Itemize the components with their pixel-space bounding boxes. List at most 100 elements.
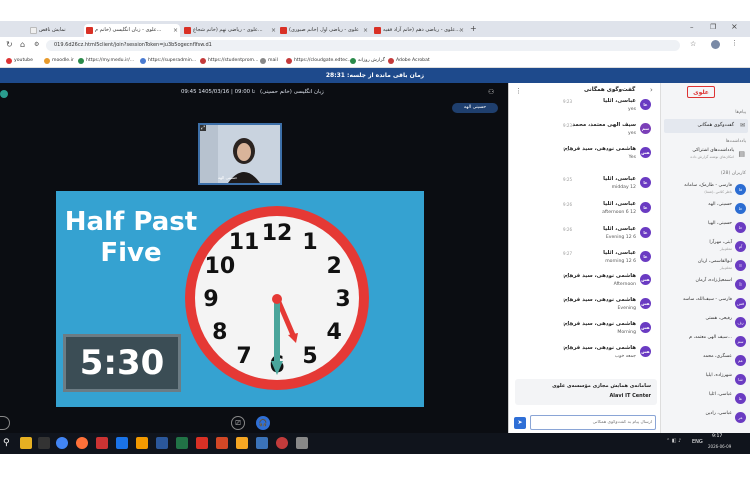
session-datetime: 09:45 تا 09:00 | 1405/03/16 bbox=[181, 89, 255, 95]
bookmark-item[interactable]: youtube bbox=[6, 57, 33, 65]
minimize-icon[interactable]: – bbox=[690, 23, 694, 31]
chrome-icon[interactable] bbox=[56, 437, 68, 449]
chat-options-icon[interactable]: ⋮ bbox=[515, 87, 522, 95]
powerpoint-icon[interactable] bbox=[216, 437, 228, 449]
user-settings-icon[interactable]: ⚇ bbox=[488, 88, 494, 96]
send-button[interactable]: ➤ bbox=[514, 417, 526, 429]
message-text: Evening bbox=[617, 306, 636, 311]
message-author: هاشمی نودهی، سید فرهام bbox=[563, 297, 636, 303]
user-list-item[interactable]: اا ابوالقاسمی، اریان معلم‌بیار bbox=[665, 258, 747, 273]
avatar: هس bbox=[640, 298, 651, 309]
public-chat-item[interactable]: گفت‌وگوی همگانی ✉ bbox=[664, 119, 748, 133]
tab-3[interactable]: علوی - ریاضی اول (خانم صبوری) × bbox=[278, 24, 370, 37]
task-view-icon[interactable] bbox=[38, 437, 50, 449]
chat-message: عا عباسی، ائلیا 9:26 afternoon 6 12 bbox=[519, 200, 651, 224]
bookmark-star-icon[interactable]: ☆ bbox=[690, 40, 696, 48]
chat-message: سم سیف الهی معتمد، محمد 9:23 yes bbox=[519, 121, 651, 145]
avatar: شا bbox=[735, 374, 746, 385]
home-icon[interactable]: ⌂ bbox=[20, 40, 25, 49]
bookmark-item[interactable]: https://my.medu.ir/... bbox=[78, 57, 134, 65]
bookmark-item[interactable]: گزارش روزانه bbox=[350, 57, 385, 65]
user-list-item[interactable]: سم سیف الهی معتمد، م... bbox=[665, 334, 747, 349]
tab-4[interactable]: علوی - ریاضی دهم (خانم آزاد فقیه... × bbox=[372, 24, 466, 37]
user-name: اسمعیل‌زاده، آرمان bbox=[695, 278, 732, 283]
chat-input[interactable] bbox=[530, 415, 656, 430]
user-list-item[interactable]: حا حسینی، الهه bbox=[665, 201, 747, 216]
profile-icon[interactable] bbox=[711, 40, 720, 49]
user-list-item[interactable]: اآ اسمعیل‌زاده، آرمان bbox=[665, 277, 747, 292]
maximize-icon[interactable]: ❐ bbox=[710, 23, 716, 31]
tab-1-active[interactable]: علوی - زبان انگلیسی (خانم م... × bbox=[84, 24, 180, 37]
clock-number: 5 bbox=[302, 344, 317, 369]
user-list-item[interactable]: رف رفیعی، هستی bbox=[665, 315, 747, 330]
app-icon[interactable] bbox=[236, 437, 248, 449]
bookmark-item[interactable]: https://cloudgate.edtec... bbox=[286, 57, 352, 65]
message-text: Morning bbox=[617, 330, 636, 335]
firefox-icon[interactable] bbox=[76, 437, 88, 449]
bookmark-item[interactable]: https://studentprom... bbox=[200, 57, 258, 65]
webcam-person bbox=[200, 125, 280, 183]
acrobat-icon[interactable] bbox=[196, 437, 208, 449]
clock-time[interactable]: 9:17 bbox=[712, 434, 722, 439]
word-icon[interactable] bbox=[156, 437, 168, 449]
app-icon[interactable] bbox=[96, 437, 108, 449]
avatar: هس bbox=[640, 322, 651, 333]
app-icon[interactable] bbox=[276, 437, 288, 449]
avatar: هس bbox=[640, 346, 651, 357]
url-field[interactable]: 019.6d26cz.html5client/join?sessionToken… bbox=[46, 40, 680, 51]
chevron-right-icon[interactable]: › bbox=[650, 86, 653, 94]
screen-share-button[interactable]: ⎚ bbox=[231, 416, 245, 430]
user-name: فارسی - سیف‌الله، ساسد bbox=[682, 297, 732, 302]
bookmark-item[interactable]: https://superadmin... bbox=[140, 57, 196, 65]
close-icon[interactable]: × bbox=[271, 24, 276, 37]
user-list-item[interactable]: شا شهرزاده، ایلیا bbox=[665, 372, 747, 387]
new-tab-icon[interactable]: + bbox=[470, 24, 477, 33]
language-indicator[interactable]: ENG bbox=[692, 439, 703, 445]
tab-favicon bbox=[86, 27, 93, 34]
message-time: 9:27 bbox=[563, 274, 572, 279]
message-text: midday 12 bbox=[611, 185, 636, 190]
app-icon[interactable] bbox=[136, 437, 148, 449]
app-icon[interactable] bbox=[296, 437, 308, 449]
user-list-item[interactable]: عر عباسی، رادین bbox=[665, 410, 747, 425]
reload-icon[interactable]: ↻ bbox=[6, 40, 13, 49]
search-icon[interactable]: ⚲ bbox=[3, 437, 15, 449]
message-time: 9:27 bbox=[563, 251, 572, 256]
user-list-item[interactable]: عم عسگری، محمد bbox=[665, 353, 747, 368]
user-list-item[interactable]: آم آیتی، مهرآرا معلم‌بیار bbox=[665, 239, 747, 254]
site-info-icon[interactable]: ⚙ bbox=[34, 41, 39, 48]
bookmark-item[interactable]: Adobe Acrobat bbox=[388, 57, 430, 65]
clock-number: 11 bbox=[229, 230, 260, 255]
audio-headphones-button[interactable]: 🎧 bbox=[256, 416, 270, 430]
user-name: رفیعی، هستی bbox=[705, 316, 732, 321]
tray-icons[interactable]: ⌃ ◧ ♪ bbox=[666, 438, 681, 444]
user-list-item[interactable]: حا حسینی، الهیا bbox=[665, 220, 747, 235]
chat-header-title: گفت‌وگوی همگانی bbox=[584, 87, 636, 93]
shared-notes-item[interactable]: یادداشت‌های اشتراکی امکان‌های نوشته گزار… bbox=[664, 147, 748, 163]
expand-icon[interactable]: ⤢ bbox=[200, 125, 207, 131]
close-icon[interactable]: × bbox=[173, 24, 178, 37]
app-icon[interactable] bbox=[256, 437, 268, 449]
bookmarks-bar: youtube moodle.ir https://my.medu.ir/...… bbox=[0, 54, 750, 68]
user-list-item[interactable]: فس فارسی - سیف‌الله، ساسد bbox=[665, 296, 747, 311]
window-close-icon[interactable]: × bbox=[731, 22, 738, 31]
app-icon[interactable] bbox=[116, 437, 128, 449]
bookmark-item[interactable]: mail bbox=[260, 57, 278, 65]
webcam-video[interactable]: ⤢ حسینی الهه bbox=[198, 123, 282, 185]
message-text: afternoon 6 12 bbox=[602, 210, 636, 215]
message-text: Afternoon bbox=[613, 282, 636, 287]
message-author: عباسی، ائلیا bbox=[603, 98, 636, 104]
close-icon[interactable]: × bbox=[459, 24, 464, 37]
user-list-item[interactable]: فا فارسی - طارمک، سامانه (شما)، ناظر کلاس bbox=[665, 182, 747, 197]
timer-label: زمان باقی مانده از جلسه: 28:31 bbox=[325, 72, 425, 79]
tab-0[interactable]: نمایش ناقص bbox=[28, 24, 80, 37]
tab-2[interactable]: علوی - ریاضی نهم (خانم شجاع... × bbox=[182, 24, 278, 37]
avatar: رف bbox=[735, 317, 746, 328]
menu-icon[interactable]: ⋮ bbox=[731, 39, 738, 47]
bookmark-item[interactable]: moodle.ir bbox=[44, 57, 74, 65]
file-explorer-icon[interactable] bbox=[20, 437, 32, 449]
side-toggle-button[interactable] bbox=[0, 416, 10, 430]
excel-icon[interactable] bbox=[176, 437, 188, 449]
user-list-item[interactable]: عا عباسی، ائلیا bbox=[665, 391, 747, 406]
close-icon[interactable]: × bbox=[363, 24, 368, 37]
